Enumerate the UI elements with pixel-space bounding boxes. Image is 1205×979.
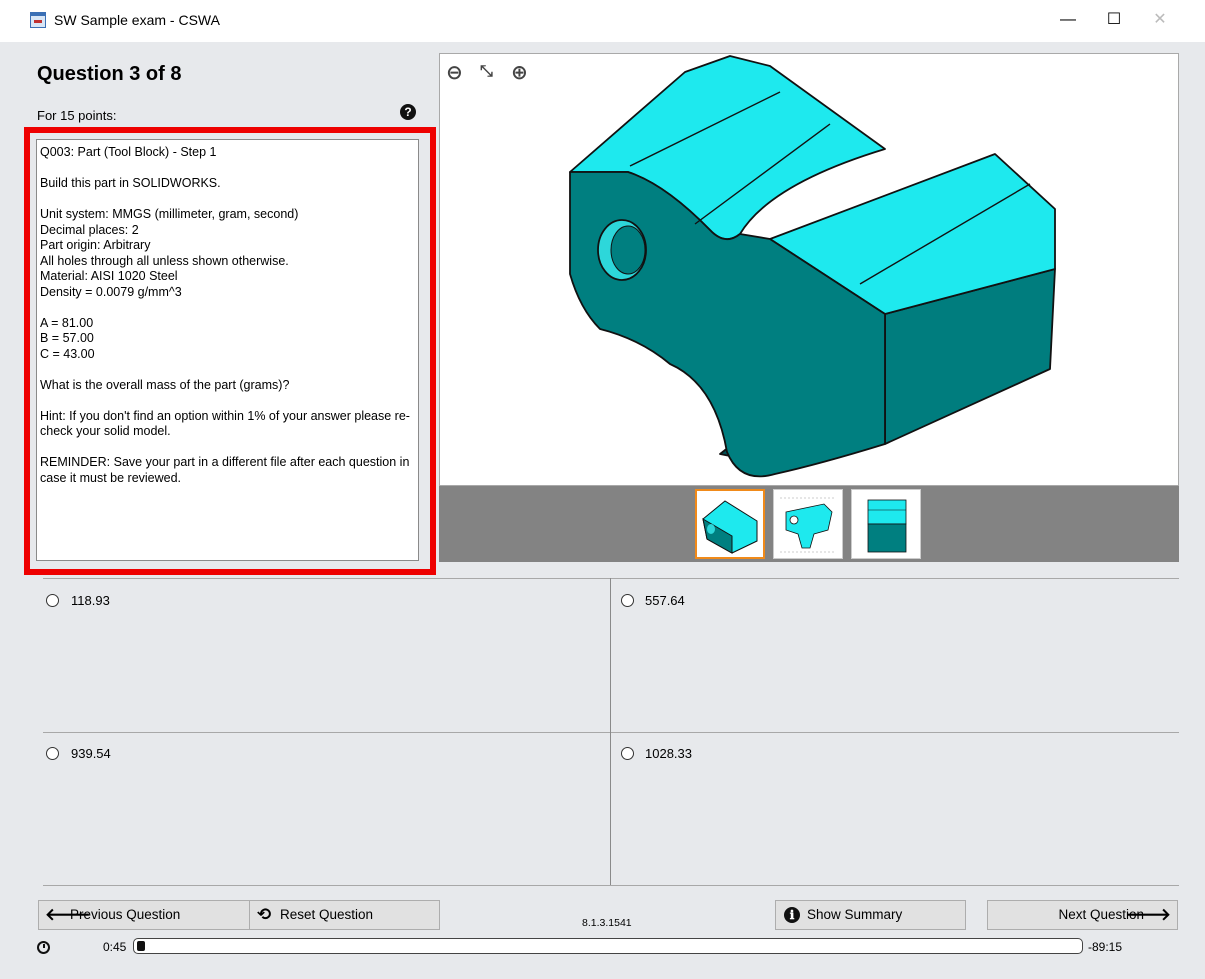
- grid-line-top: [43, 578, 1179, 579]
- option-label: 1028.33: [645, 746, 692, 761]
- radio-button[interactable]: [46, 594, 59, 607]
- points-label: For 15 points:: [37, 108, 117, 123]
- time-progress-bar: [133, 938, 1083, 954]
- model-viewer[interactable]: ⊖ ⤡ ⊕: [439, 53, 1179, 486]
- thumbnail-isometric[interactable]: [695, 489, 765, 559]
- title-bar: SW Sample exam - CSWA — ☐ ✕: [0, 0, 1205, 42]
- option-label: 118.93: [71, 593, 110, 608]
- thumbnail-front-drawing[interactable]: [773, 489, 843, 559]
- version-label: 8.1.3.1541: [582, 917, 632, 929]
- reset-question-button[interactable]: ⟲ Reset Question: [249, 900, 440, 930]
- time-progress-fill: [137, 941, 145, 951]
- app-icon: [30, 12, 46, 28]
- time-remaining: -89:15: [1088, 940, 1123, 954]
- question-heading: Question 3 of 8: [37, 63, 182, 85]
- grid-line-middle: [43, 732, 1179, 733]
- show-summary-label: Show Summary: [807, 907, 903, 922]
- part-model-image: [569, 55, 1056, 478]
- arrow-right-icon: 🡒: [1125, 905, 1171, 924]
- close-button[interactable]: ✕: [1137, 0, 1183, 42]
- grid-line-bottom: [43, 885, 1179, 886]
- reset-icon: ⟲: [257, 905, 272, 924]
- previous-question-label: Previous Question: [70, 907, 181, 922]
- radio-button[interactable]: [621, 747, 634, 760]
- radio-button[interactable]: [621, 594, 634, 607]
- view-thumbnails: [439, 486, 1179, 562]
- info-icon: ℹ: [784, 907, 800, 923]
- clock-icon: [37, 941, 50, 954]
- next-question-button[interactable]: Next Question 🡒: [987, 900, 1178, 930]
- grid-divider: [610, 578, 611, 885]
- previous-question-button[interactable]: 🡐 Previous Question: [38, 900, 250, 930]
- radio-button[interactable]: [46, 747, 59, 760]
- help-icon[interactable]: ?: [400, 104, 416, 120]
- option-label: 939.54: [71, 746, 111, 761]
- option-label: 557.64: [645, 593, 685, 608]
- maximize-button[interactable]: ☐: [1091, 0, 1137, 42]
- window-title: SW Sample exam - CSWA: [54, 12, 220, 28]
- thumbnail-side-drawing[interactable]: [851, 489, 921, 559]
- time-elapsed: 0:45: [103, 940, 127, 954]
- reset-question-label: Reset Question: [280, 907, 374, 922]
- question-text[interactable]: Q003: Part (Tool Block) - Step 1 Build t…: [36, 139, 419, 561]
- show-summary-button[interactable]: ℹ Show Summary: [775, 900, 966, 930]
- minimize-button[interactable]: —: [1045, 0, 1091, 42]
